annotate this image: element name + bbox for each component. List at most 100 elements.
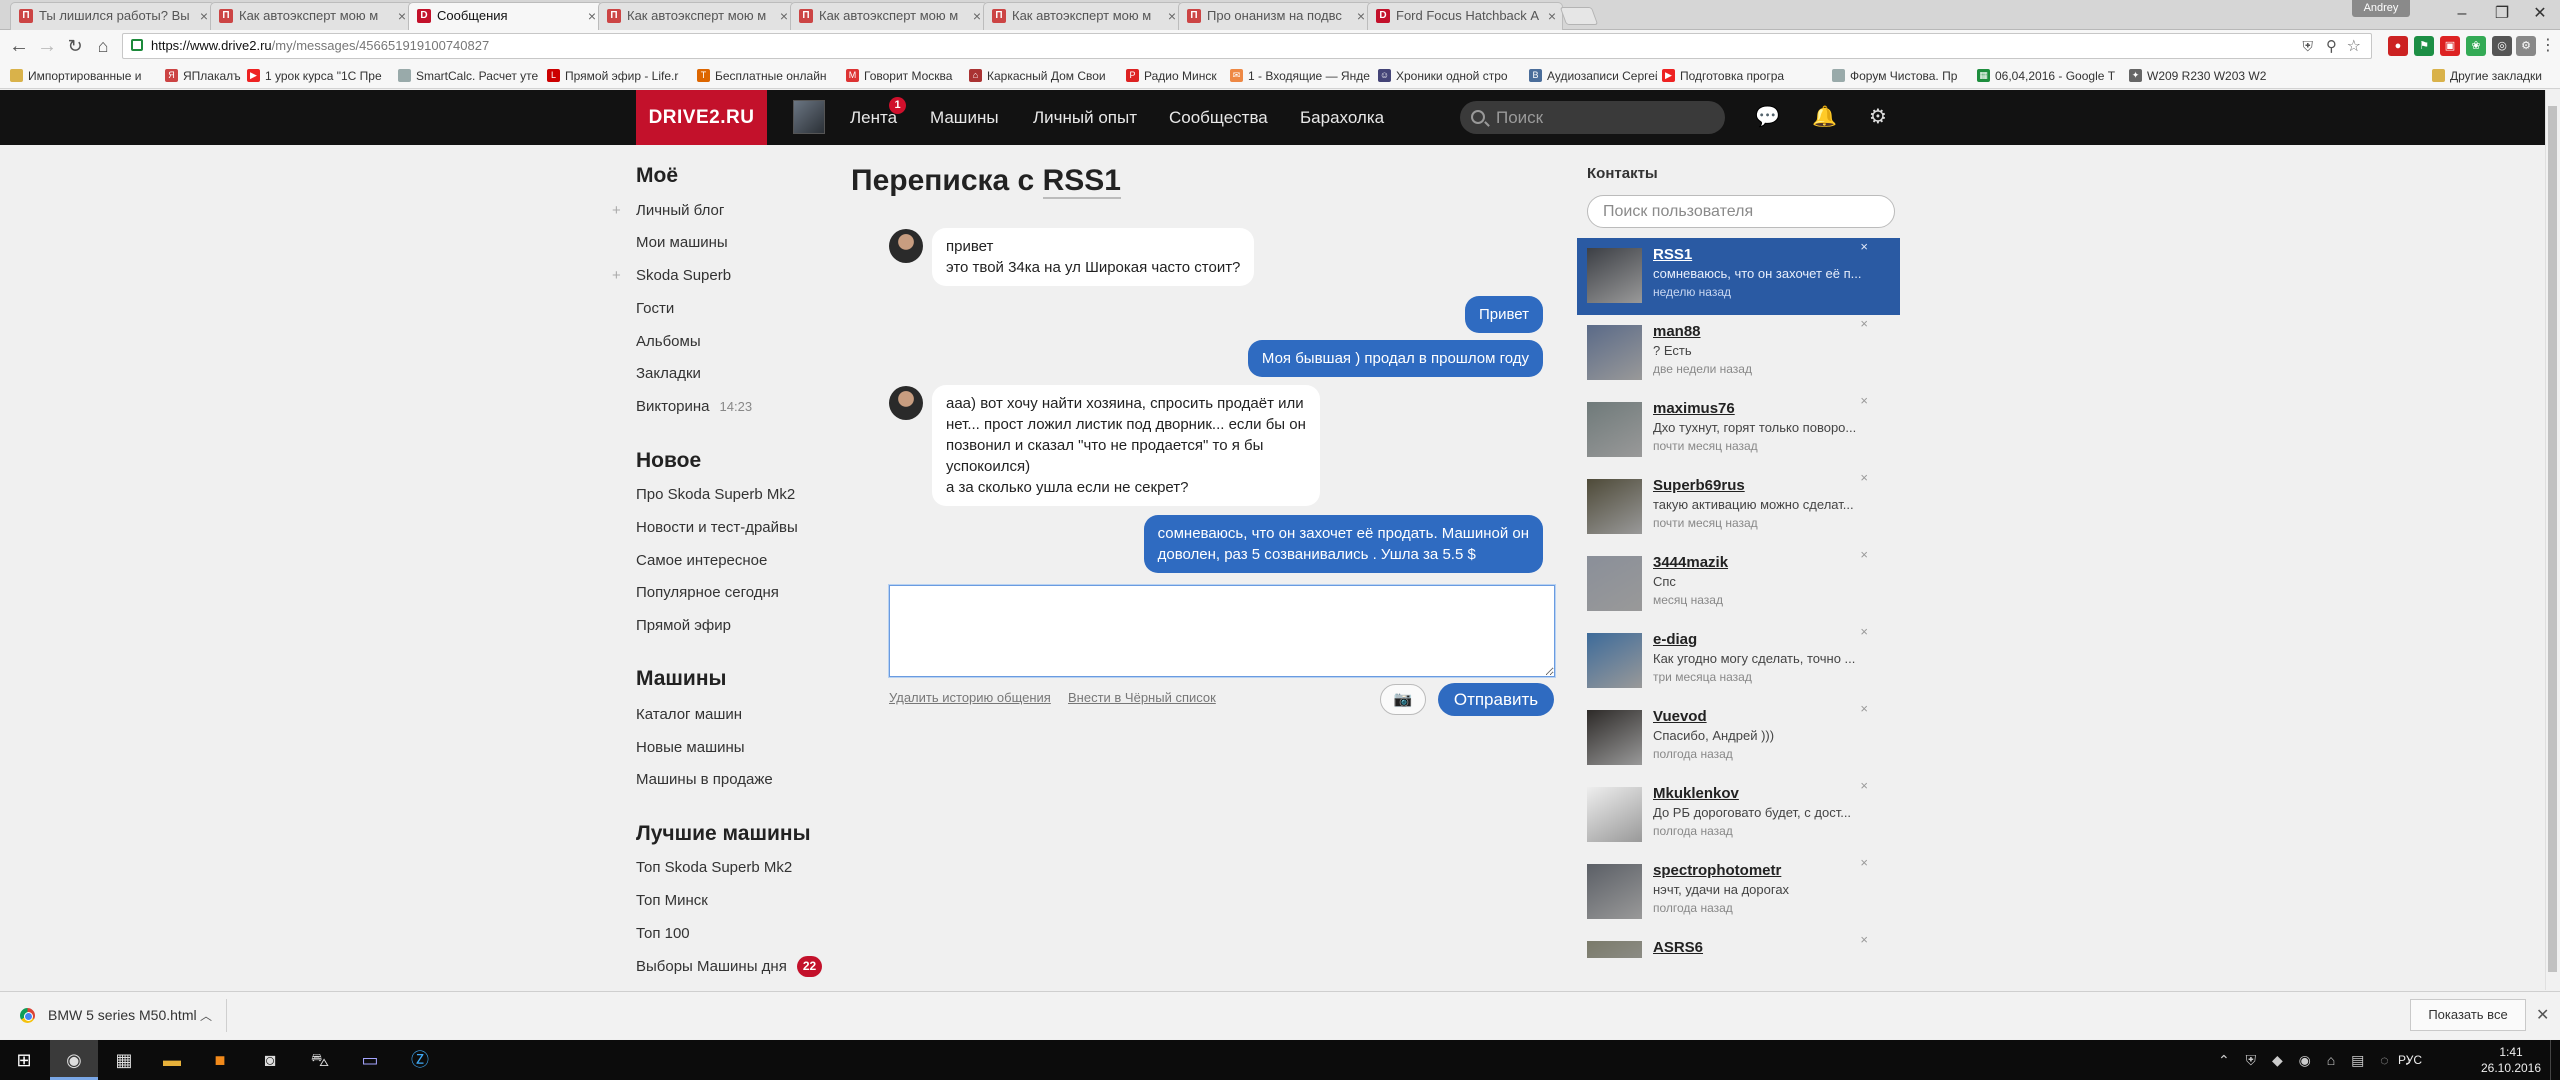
address-bar[interactable]: https://www.drive2.ru/my/messages/456651…: [122, 33, 2372, 59]
sidebar-item-top-skoda[interactable]: Топ Skoda Superb Mk2: [636, 859, 792, 876]
language-indicator[interactable]: РУС: [2390, 1040, 2430, 1080]
close-window-icon[interactable]: ✕: [2520, 2, 2560, 26]
contact-avatar[interactable]: [1587, 248, 1642, 303]
browser-tab[interactable]: П Как автоэксперт мою м ×: [983, 2, 1183, 30]
camera-icon[interactable]: 📷: [1380, 684, 1426, 715]
home-icon[interactable]: ⌂: [90, 35, 116, 59]
send-button[interactable]: Отправить: [1438, 683, 1554, 716]
nav-cars[interactable]: Машины: [930, 90, 999, 145]
contact-avatar[interactable]: [1587, 402, 1642, 457]
remove-contact-icon[interactable]: ×: [1860, 932, 1868, 947]
bookmark-item[interactable]: SmartCalc. Расчет уте: [398, 67, 544, 85]
bookmark-item[interactable]: М Говорит Москва: [846, 67, 964, 85]
browser-tab[interactable]: П Как автоэксперт мою м ×: [210, 2, 413, 30]
contact-name[interactable]: RSS1: [1653, 246, 1692, 263]
settings-gear-ext-icon[interactable]: ⚙: [2516, 36, 2536, 56]
contact-name[interactable]: man88: [1653, 323, 1701, 340]
bookmark-item[interactable]: ▶ Подготовка програ: [1662, 67, 1827, 85]
contact-avatar[interactable]: [1587, 864, 1642, 919]
extension-icon-2[interactable]: ⚑: [2414, 36, 2434, 56]
nav-market[interactable]: Барахолка: [1300, 90, 1384, 145]
extension-icon-4[interactable]: ❀: [2466, 36, 2486, 56]
windows-start-icon[interactable]: ⊞: [0, 1040, 48, 1080]
contact-name[interactable]: e-diag: [1653, 631, 1697, 648]
nav-feed[interactable]: Лента: [850, 90, 897, 145]
sidebar-item-my-cars[interactable]: Мои машины: [636, 234, 728, 251]
reload-icon[interactable]: ↻: [62, 35, 88, 59]
chrome-menu-icon[interactable]: ⋮: [2538, 36, 2558, 56]
contact-item[interactable]: Vuevod Спасибо, Андрей ))) полгода назад ×: [1577, 700, 1900, 777]
sidebar-item-new-4[interactable]: Прямой эфир: [636, 617, 731, 634]
close-download-bar-icon[interactable]: ✕: [2536, 1005, 2549, 1025]
sidebar-item-quiz[interactable]: Викторина 14:23: [636, 398, 752, 415]
contact-name[interactable]: 3444mazik: [1653, 554, 1728, 571]
contact-name[interactable]: Mkuklenkov: [1653, 785, 1739, 802]
contact-item[interactable]: Mkuklenkov До РБ дороговато будет, с дост…: [1577, 777, 1900, 854]
remove-contact-icon[interactable]: ×: [1860, 316, 1868, 331]
close-tab-icon[interactable]: ×: [973, 3, 981, 29]
star-icon[interactable]: ☆: [2347, 36, 2361, 56]
close-tab-icon[interactable]: ×: [1168, 3, 1176, 29]
new-tab-button[interactable]: [1559, 7, 1599, 25]
sidebar-item-albums[interactable]: Альбомы: [636, 333, 701, 350]
reply-textarea[interactable]: [889, 585, 1555, 677]
nav-experience[interactable]: Личный опыт: [1033, 90, 1137, 145]
store-taskbar-icon[interactable]: ⛍: [296, 1040, 344, 1080]
minimize-icon[interactable]: –: [2442, 2, 2482, 26]
calculator-taskbar-icon[interactable]: ▦: [100, 1040, 148, 1080]
close-tab-icon[interactable]: ×: [1357, 3, 1365, 29]
bookmark-item[interactable]: Р Радио Минск: [1126, 67, 1226, 85]
site-logo[interactable]: DRIVE2.RU: [636, 90, 767, 145]
sidebar-item-blog[interactable]: Личный блог: [636, 202, 724, 219]
sidebar-item-for-sale[interactable]: Машины в продаже: [636, 771, 773, 788]
bookmark-item[interactable]: ⌂ Каркасный Дом Свои: [969, 67, 1121, 85]
contact-item[interactable]: 3444mazik Спс месяц назад ×: [1577, 546, 1900, 623]
forward-icon[interactable]: →: [34, 35, 60, 59]
bookmark-item[interactable]: Импортированные и: [10, 67, 160, 85]
bookmark-item[interactable]: ▶ 1 урок курса "1С Пре: [247, 67, 395, 85]
extension-icon-5[interactable]: ◎: [2492, 36, 2512, 56]
remove-contact-icon[interactable]: ×: [1860, 393, 1868, 408]
sidebar-item-new-cars[interactable]: Новые машины: [636, 739, 745, 756]
blacklist-link[interactable]: Внести в Чёрный список: [1068, 690, 1216, 705]
bookmark-item[interactable]: L Прямой эфир - Life.r: [547, 67, 692, 85]
shield-icon[interactable]: ⛨: [2303, 38, 2314, 55]
extension-icon-3[interactable]: ▣: [2440, 36, 2460, 56]
contact-item[interactable]: spectrophotometr нэчт, удачи на дорогах по…: [1577, 854, 1900, 931]
browser-tab[interactable]: П Ты лишился работы? Вы ×: [10, 2, 215, 30]
clock[interactable]: 1:41 26.10.2016: [2476, 1044, 2546, 1076]
messages-icon[interactable]: 💬: [1755, 106, 1780, 128]
contact-name[interactable]: Vuevod: [1653, 708, 1707, 725]
contact-name[interactable]: maximus76: [1653, 400, 1735, 417]
close-tab-icon[interactable]: ×: [1548, 3, 1556, 29]
site-search-input[interactable]: Поиск: [1460, 101, 1725, 134]
contact-avatar[interactable]: [1587, 787, 1642, 842]
settings-gear-icon[interactable]: ⚙: [1866, 106, 1890, 128]
browser-tab[interactable]: D Ford Focus Hatchback А ×: [1367, 2, 1563, 30]
user-search-input[interactable]: Поиск пользователя: [1587, 195, 1895, 228]
zoom-taskbar-icon[interactable]: Ⓩ: [396, 1040, 444, 1080]
close-tab-icon[interactable]: ×: [200, 3, 208, 29]
other-bookmarks[interactable]: Другие закладки: [2432, 67, 2542, 85]
camera-taskbar-icon[interactable]: ◙: [246, 1040, 294, 1080]
zoom-icon[interactable]: ⚲: [2326, 37, 2337, 55]
contact-item[interactable]: maximus76 Дхо тухнут, горят только поворо…: [1577, 392, 1900, 469]
bookmark-item[interactable]: Я ЯПлакалъ: [165, 67, 243, 85]
office-taskbar-icon[interactable]: ■: [196, 1040, 244, 1080]
user-avatar[interactable]: [793, 100, 825, 134]
remove-contact-icon[interactable]: ×: [1860, 701, 1868, 716]
sidebar-item-catalog[interactable]: Каталог машин: [636, 706, 742, 723]
back-icon[interactable]: ←: [6, 35, 32, 59]
plus-icon[interactable]: +: [612, 202, 621, 219]
remove-contact-icon[interactable]: ×: [1860, 778, 1868, 793]
maximize-icon[interactable]: ❐: [2482, 2, 2522, 26]
browser-tab[interactable]: D Сообщения ×: [408, 2, 603, 31]
bookmark-item[interactable]: Т Бесплатные онлайн: [697, 67, 842, 85]
show-desktop-button[interactable]: [2550, 1040, 2560, 1080]
title-user-link[interactable]: RSS1: [1042, 164, 1121, 199]
remove-contact-icon[interactable]: ×: [1860, 855, 1868, 870]
notifications-bell-icon[interactable]: 🔔: [1812, 106, 1837, 128]
file-explorer-icon[interactable]: ▬: [148, 1040, 196, 1080]
contact-avatar[interactable]: [1587, 325, 1642, 380]
contact-item[interactable]: ASRS6 ×: [1577, 931, 1900, 958]
